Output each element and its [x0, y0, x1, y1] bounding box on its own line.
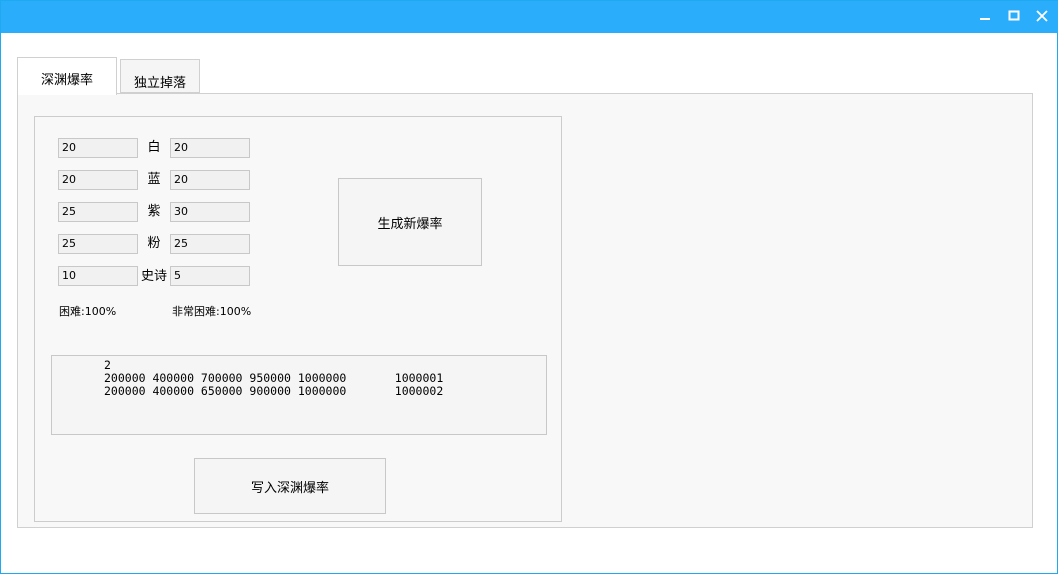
blue-right-input[interactable]: 20	[170, 170, 250, 190]
pink-label: 粉	[147, 236, 161, 251]
tab-independent-drop[interactable]: 独立掉落	[120, 59, 200, 93]
minimize-icon	[980, 18, 990, 20]
tab-label: 独立掉落	[133, 76, 186, 91]
close-button[interactable]	[1031, 5, 1053, 27]
output-textarea[interactable]: 2 200000 400000 700000 950000 1000000 10…	[51, 355, 547, 435]
write-abyss-rate-button[interactable]: 写入深渊爆率	[194, 458, 386, 514]
minimize-button[interactable]	[974, 5, 996, 27]
very-hard-rate-label: 非常困难:100%	[172, 305, 252, 318]
hard-rate-label: 困难:100%	[59, 305, 117, 318]
tab-label: 深渊爆率	[40, 73, 93, 88]
white-right-input[interactable]: 20	[170, 138, 250, 158]
maximize-button[interactable]	[1003, 5, 1025, 27]
maximize-icon	[1008, 10, 1020, 21]
app-window: 深渊爆率 独立掉落 20 白 20 20 蓝 20 25 紫 30 25 粉 2…	[0, 0, 1058, 574]
tab-abyss-drop-rate[interactable]: 深渊爆率	[17, 57, 117, 95]
purple-right-input[interactable]: 30	[170, 202, 250, 222]
drop-rate-group: 20 白 20 20 蓝 20 25 紫 30 25 粉 25 10 史诗 5 …	[34, 116, 562, 522]
pink-left-input[interactable]: 25	[58, 234, 138, 254]
blue-label: 蓝	[147, 172, 161, 187]
tab-panel: 20 白 20 20 蓝 20 25 紫 30 25 粉 25 10 史诗 5 …	[17, 93, 1033, 528]
blue-left-input[interactable]: 20	[58, 170, 138, 190]
white-label: 白	[147, 140, 161, 155]
purple-left-input[interactable]: 25	[58, 202, 138, 222]
title-bar[interactable]	[1, 1, 1058, 33]
white-left-input[interactable]: 20	[58, 138, 138, 158]
generate-rate-button[interactable]: 生成新爆率	[338, 178, 482, 266]
purple-label: 紫	[147, 204, 161, 219]
pink-right-input[interactable]: 25	[170, 234, 250, 254]
epic-left-input[interactable]: 10	[58, 266, 138, 286]
close-icon	[1036, 10, 1048, 22]
epic-right-input[interactable]: 5	[170, 266, 250, 286]
epic-label: 史诗	[140, 269, 167, 284]
